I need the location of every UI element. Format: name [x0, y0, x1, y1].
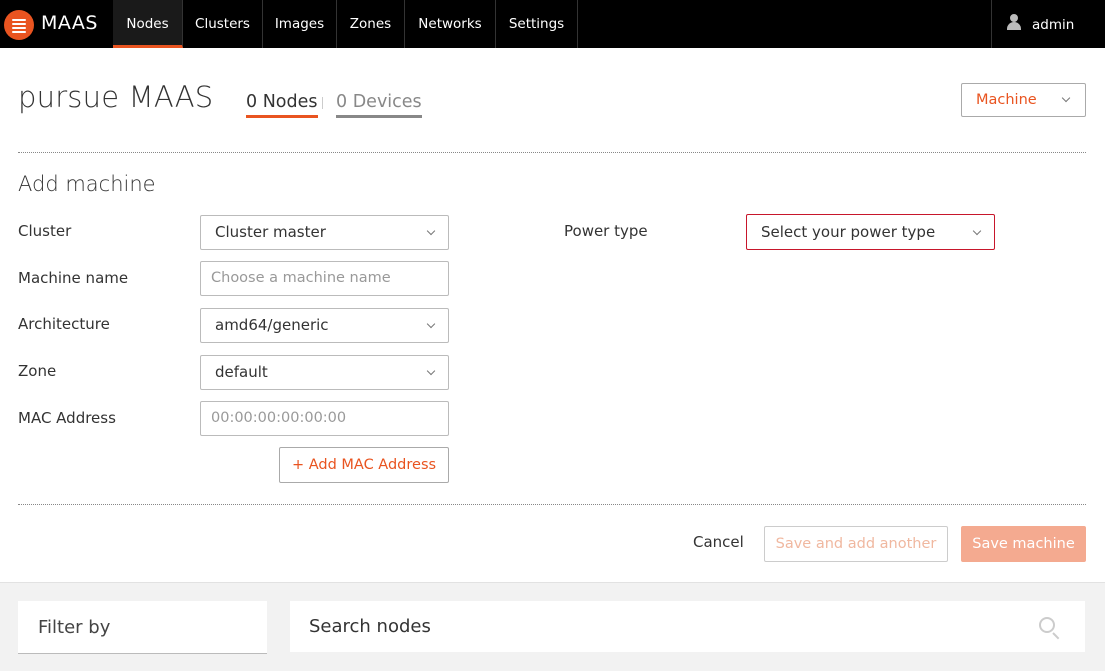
architecture-label: Architecture	[18, 315, 110, 333]
add-mac-address-button[interactable]: + Add MAC Address	[279, 447, 449, 483]
mac-address-input[interactable]: 00:00:00:00:00:00	[200, 401, 449, 436]
chevron-down-icon	[426, 366, 436, 376]
add-type-value: Machine	[976, 92, 1037, 108]
chevron-down-icon	[1061, 93, 1071, 103]
filter-panel: Filter by	[18, 601, 267, 654]
mac-address-label: MAC Address	[18, 409, 116, 427]
chevron-down-icon	[972, 226, 982, 236]
zone-select[interactable]: default	[200, 355, 449, 390]
page-title: pursue MAAS	[18, 80, 214, 114]
search-placeholder: Search nodes	[309, 616, 431, 637]
chevron-down-icon	[426, 319, 436, 329]
cluster-value: Cluster master	[215, 223, 326, 241]
divider	[18, 504, 1086, 505]
architecture-value: amd64/generic	[215, 316, 329, 334]
machine-name-placeholder: Choose a machine name	[211, 270, 391, 286]
nav-item-zones[interactable]: Zones	[337, 0, 405, 48]
architecture-select[interactable]: amd64/generic	[200, 308, 449, 343]
mac-address-placeholder: 00:00:00:00:00:00	[211, 410, 347, 426]
tab-devices[interactable]: 0 Devices	[336, 92, 422, 118]
tab-divider	[322, 97, 323, 109]
form-title: Add machine	[18, 172, 156, 196]
cluster-label: Cluster	[18, 222, 72, 240]
chevron-down-icon	[426, 226, 436, 236]
tab-nodes[interactable]: 0 Nodes	[246, 92, 318, 118]
machine-name-input[interactable]: Choose a machine name	[200, 261, 449, 296]
nav-item-settings[interactable]: Settings	[496, 0, 578, 48]
add-type-select[interactable]: Machine	[961, 83, 1086, 117]
nav-item-networks[interactable]: Networks	[405, 0, 496, 48]
nav-item-nodes[interactable]: Nodes	[113, 0, 183, 48]
nav-item-clusters[interactable]: Clusters	[183, 0, 263, 48]
save-and-add-another-button[interactable]: Save and add another	[764, 526, 948, 562]
cluster-select[interactable]: Cluster master	[200, 215, 449, 250]
power-type-label: Power type	[564, 222, 648, 240]
maas-logo-icon	[4, 10, 34, 40]
nav-item-images[interactable]: Images	[263, 0, 337, 48]
divider	[18, 152, 1086, 153]
power-type-value: Select your power type	[761, 223, 936, 241]
user-icon	[1006, 14, 1022, 30]
maas-logo[interactable]: MAAS	[0, 0, 113, 48]
top-nav: MAAS Nodes Clusters Images Zones Network…	[0, 0, 1105, 48]
brand-name: MAAS	[41, 12, 98, 34]
zone-label: Zone	[18, 362, 57, 380]
user-name: admin	[1032, 17, 1075, 33]
save-machine-button[interactable]: Save machine	[961, 526, 1086, 562]
cancel-link[interactable]: Cancel	[693, 533, 744, 551]
machine-name-label: Machine name	[18, 269, 129, 287]
zone-value: default	[215, 363, 268, 381]
power-type-select[interactable]: Select your power type	[746, 214, 995, 250]
search-icon	[1039, 617, 1061, 640]
filter-title: Filter by	[38, 617, 111, 638]
user-menu[interactable]: admin	[991, 0, 1086, 48]
search-input[interactable]: Search nodes	[290, 601, 1085, 652]
